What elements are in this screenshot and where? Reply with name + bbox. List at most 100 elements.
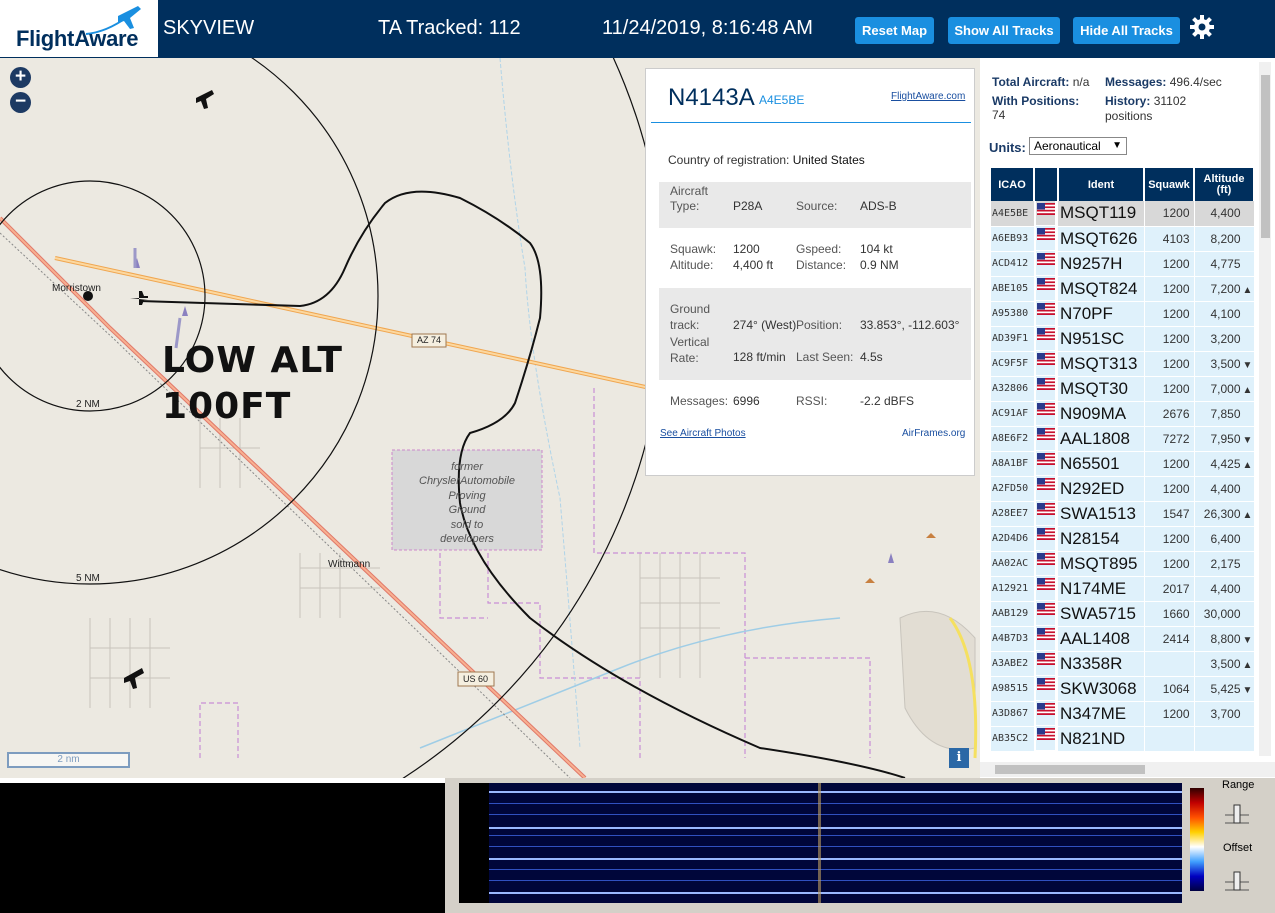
aircraft-icao: AAB129	[991, 601, 1035, 627]
zoom-out-button[interactable]: −	[10, 92, 31, 113]
aircraft-ident: N3358R	[1058, 651, 1145, 677]
aircraft-row[interactable]: AA02AC MSQT895 1200 2,175	[991, 551, 1255, 577]
aircraft-altitude: 8,200	[1194, 226, 1255, 252]
flightaware-logo[interactable]: FlightAware	[0, 0, 158, 57]
zoom-in-button[interactable]: +	[10, 67, 31, 88]
us-flag-icon	[1035, 576, 1056, 601]
aircraft-row[interactable]: A28EE7 SWA1513 1547 26,300 ▲	[991, 501, 1255, 527]
altitude-value: 3,200	[1210, 331, 1241, 346]
aircraft-ident: N65501	[1058, 451, 1145, 477]
aircraft-row[interactable]: A95380 N70PF 1200 4,100	[991, 301, 1255, 327]
popup-divider	[651, 122, 971, 123]
aircraft-row[interactable]: A32806 MSQT30 1200 7,000 ▲	[991, 376, 1255, 402]
units-label: Units:	[989, 140, 1026, 155]
aircraft-icao: A8E6F2	[991, 426, 1035, 452]
airframes-link[interactable]: AirFrames.org	[902, 428, 965, 439]
vertical-scrollbar-thumb[interactable]	[1261, 75, 1270, 238]
aircraft-altitude: 7,200 ▲	[1194, 276, 1255, 302]
us-flag-icon	[1036, 452, 1055, 465]
info-button[interactable]: i	[949, 748, 969, 768]
aircraft-row[interactable]: ACD412 N9257H 1200 4,775	[991, 251, 1255, 277]
us-flag-icon	[1035, 726, 1056, 751]
aircraft-row[interactable]: AAB129 SWA5715 1660 30,000	[991, 601, 1255, 627]
us-flag-icon	[1036, 577, 1055, 590]
altitude-value: 30,000	[1203, 606, 1241, 621]
altitude-trend-icon: ▼	[1242, 434, 1253, 446]
us-flag-icon	[1036, 352, 1055, 365]
aircraft-row[interactable]: A2D4D6 N28154 1200 6,400	[991, 526, 1255, 552]
aircraft-squawk: 2017	[1144, 576, 1195, 602]
aircraft-row[interactable]: A4E5BE MSQT119 1200 4,400	[991, 201, 1255, 227]
us-flag-icon	[1036, 302, 1055, 315]
aircraft-altitude	[1194, 726, 1255, 752]
aircraft-icao: AD39F1	[991, 326, 1035, 352]
aircraft-row[interactable]: A4B7D3 AAL1408 2414 8,800 ▼	[991, 626, 1255, 652]
show-all-tracks-button[interactable]: Show All Tracks	[948, 17, 1060, 44]
us-flag-icon	[1036, 477, 1055, 490]
units-select[interactable]: Aeronautical ▼	[1029, 137, 1127, 155]
us-flag-icon	[1036, 227, 1055, 240]
reset-map-button[interactable]: Reset Map	[855, 17, 934, 44]
col-header-icao[interactable]: ICAO	[991, 168, 1035, 201]
aircraft-squawk: 1200	[1144, 351, 1195, 377]
col-header-ident[interactable]: Ident	[1058, 168, 1145, 201]
aircraft-row[interactable]: A12921 N174ME 2017 4,400	[991, 576, 1255, 602]
see-aircraft-photos-link[interactable]: See Aircraft Photos	[660, 428, 746, 439]
altitude-value: 8,800	[1210, 631, 1241, 646]
aircraft-altitude: 7,850	[1194, 401, 1255, 427]
aircraft-altitude: 3,500 ▲	[1194, 651, 1255, 677]
us-flag-icon	[1036, 702, 1055, 715]
aircraft-row[interactable]: A3D867 N347ME 1200 3,700	[991, 701, 1255, 727]
aircraft-row[interactable]: A6EB93 MSQT626 4103 8,200	[991, 226, 1255, 252]
us-flag-icon	[1036, 327, 1055, 340]
aircraft-squawk: 1660	[1144, 601, 1195, 627]
flightaware-link[interactable]: FlightAware.com	[891, 91, 965, 102]
us-flag-icon	[1035, 526, 1056, 551]
col-header-squawk[interactable]: Squawk	[1144, 168, 1195, 201]
us-flag-icon	[1036, 602, 1055, 615]
waterfall-line	[489, 803, 1182, 804]
aircraft-squawk: 1547	[1144, 501, 1195, 527]
altitude-trend-icon: ▲	[1242, 384, 1253, 396]
horizontal-scrollbar[interactable]	[980, 762, 1275, 777]
aircraft-icao: AC9F5F	[991, 351, 1035, 377]
aircraft-row[interactable]: AB35C2 N821ND	[991, 726, 1255, 752]
aircraft-row[interactable]: A2FD50 N292ED 1200 4,400	[991, 476, 1255, 502]
us-flag-icon	[1036, 202, 1055, 215]
range-slider[interactable]	[1223, 803, 1251, 825]
aircraft-squawk: 2414	[1144, 626, 1195, 652]
selected-callsign: N4143A	[668, 84, 755, 111]
with-positions-stat: With Positions: 74	[992, 94, 1080, 122]
aircraft-row[interactable]: A98515 SKW3068 1064 5,425 ▼	[991, 676, 1255, 702]
us-flag-icon	[1035, 326, 1056, 351]
gear-icon[interactable]	[1189, 14, 1215, 40]
aircraft-row[interactable]: A8E6F2 AAL1808 7272 7,950 ▼	[991, 426, 1255, 452]
col-header-flag[interactable]	[1034, 168, 1059, 201]
hide-all-tracks-button[interactable]: Hide All Tracks	[1073, 17, 1180, 44]
us-flag-icon	[1036, 677, 1055, 690]
aircraft-altitude: 4,400	[1194, 201, 1255, 227]
aircraft-row[interactable]: AC9F5F MSQT313 1200 3,500 ▼	[991, 351, 1255, 377]
aircraft-row[interactable]: A3ABE2 N3358R 3,500 ▲	[991, 651, 1255, 677]
aircraft-ident: SWA5715	[1058, 601, 1145, 627]
aircraft-row[interactable]: ABE105 MSQT824 1200 7,200 ▲	[991, 276, 1255, 302]
aircraft-altitude: 4,400	[1194, 576, 1255, 602]
aircraft-row[interactable]: AC91AF N909MA 2676 7,850	[991, 401, 1255, 427]
horizontal-scrollbar-thumb[interactable]	[995, 765, 1145, 774]
aircraft-altitude: 6,400	[1194, 526, 1255, 552]
aircraft-row[interactable]: A8A1BF N65501 1200 4,425 ▲	[991, 451, 1255, 477]
aircraft-ident: N292ED	[1058, 476, 1145, 502]
col-header-altitude[interactable]: Altitude (ft)	[1194, 168, 1255, 201]
aircraft-squawk: 7272	[1144, 426, 1195, 452]
aircraft-altitude: 5,425 ▼	[1194, 676, 1255, 702]
aircraft-icao: A4E5BE	[991, 201, 1035, 227]
ta-tracked-count: TA Tracked: 112	[378, 17, 521, 39]
history-stat: History: 31102 positions	[1105, 94, 1187, 123]
offset-slider[interactable]	[1223, 870, 1251, 892]
us-flag-icon	[1035, 351, 1056, 376]
aircraft-row[interactable]: AD39F1 N951SC 1200 3,200	[991, 326, 1255, 352]
altitude-value: 3,500	[1210, 356, 1241, 371]
us-flag-icon	[1036, 627, 1055, 640]
aircraft-ident: MSQT626	[1058, 226, 1145, 252]
aircraft-squawk: 1064	[1144, 676, 1195, 702]
